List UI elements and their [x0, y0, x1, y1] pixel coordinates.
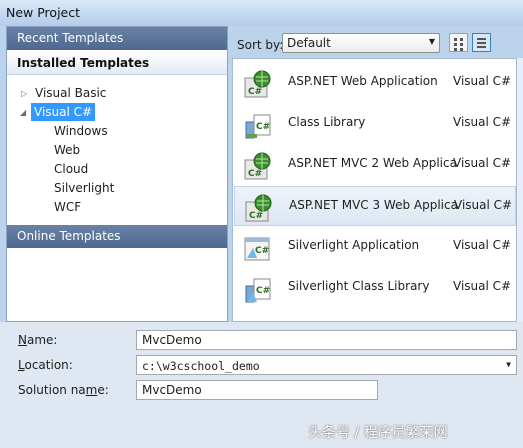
- template-item-silverlight-class-library[interactable]: C# Silverlight Class Library Visual C#: [234, 268, 516, 308]
- solution-name-label: Solution name:: [18, 383, 109, 397]
- mvc2-web-app-csharp-icon: C#: [244, 152, 271, 180]
- template-item-silverlight-app[interactable]: C# Silverlight Application Visual C#: [234, 227, 516, 267]
- svg-text:C#: C#: [248, 87, 262, 97]
- installed-templates-header[interactable]: Installed Templates: [7, 52, 227, 75]
- location-dropdown-arrow-icon[interactable]: ▼: [506, 360, 511, 369]
- svg-text:C#: C#: [256, 286, 270, 296]
- template-list: C# ASP.NET Web Application Visual C# C# …: [232, 58, 517, 322]
- template-categories-pane: Recent Templates Installed Templates ▷ V…: [6, 26, 228, 322]
- silverlight-library-csharp-icon: C#: [245, 278, 271, 303]
- tree-item-windows[interactable]: Windows: [54, 122, 108, 140]
- mvc3-web-app-csharp-icon: C#: [245, 194, 272, 222]
- template-item-aspnet-web-app[interactable]: C# ASP.NET Web Application Visual C#: [234, 63, 516, 103]
- template-list-scrollbar[interactable]: [517, 58, 523, 322]
- new-project-dialog: New Project Recent Templates Installed T…: [0, 0, 523, 448]
- tree-item-web[interactable]: Web: [54, 141, 80, 159]
- tree-item-visual-csharp[interactable]: Visual C#: [31, 103, 96, 121]
- template-name: Silverlight Class Library: [288, 279, 430, 293]
- title-bar[interactable]: New Project: [0, 0, 523, 26]
- small-icons-view-button[interactable]: [449, 33, 468, 52]
- template-language: Visual C#: [453, 238, 512, 252]
- template-name: ASP.NET MVC 3 Web Applica...: [289, 198, 457, 212]
- template-name: Class Library: [288, 115, 366, 129]
- online-templates-header[interactable]: Online Templates: [7, 225, 227, 248]
- tree-item-wcf[interactable]: WCF: [54, 198, 81, 216]
- tree-item-cloud[interactable]: Cloud: [54, 160, 88, 178]
- name-label: Name:: [18, 333, 58, 347]
- window-title: New Project: [6, 5, 81, 20]
- svg-text:C#: C#: [255, 246, 269, 256]
- sort-value: Default: [287, 36, 331, 50]
- location-value: c:\w3cschool_demo: [142, 359, 260, 373]
- silverlight-app-csharp-icon: C#: [244, 237, 270, 261]
- sort-dropdown[interactable]: Default ▼: [282, 33, 440, 53]
- template-language: Visual C#: [453, 279, 512, 293]
- solution-name-field[interactable]: MvcDemo: [136, 380, 378, 400]
- expand-arrow-icon[interactable]: ▷: [21, 89, 27, 99]
- tree-item-silverlight[interactable]: Silverlight: [54, 179, 114, 197]
- template-name: Silverlight Application: [288, 238, 420, 252]
- class-library-csharp-icon: C#: [245, 114, 271, 139]
- template-item-mvc3-web-app[interactable]: C# ASP.NET MVC 3 Web Applica... Visual C…: [234, 186, 516, 226]
- watermark-text: 头条号 / 程序员繁荣网: [308, 425, 448, 441]
- template-item-mvc2-web-app[interactable]: C# ASP.NET MVC 2 Web Applica... Visual C…: [234, 145, 516, 185]
- location-field[interactable]: c:\w3cschool_demo ▼: [136, 355, 517, 375]
- location-label: Location:: [18, 358, 73, 372]
- template-language: Visual C#: [453, 156, 512, 170]
- dropdown-arrow-icon: ▼: [428, 37, 435, 46]
- web-app-csharp-icon: C#: [244, 70, 271, 98]
- sort-toolbar: Sort by: Default ▼: [232, 30, 522, 58]
- svg-text:C#: C#: [249, 211, 263, 221]
- template-language: Visual C#: [453, 74, 512, 88]
- list-view-button[interactable]: [472, 33, 491, 52]
- tree-item-visual-basic[interactable]: Visual Basic: [35, 84, 106, 102]
- svg-text:C#: C#: [248, 169, 262, 179]
- svg-text:C#: C#: [256, 122, 270, 132]
- template-item-class-library[interactable]: C# Class Library Visual C#: [234, 104, 516, 144]
- template-language: Visual C#: [454, 198, 513, 212]
- template-name: ASP.NET MVC 2 Web Applica...: [288, 156, 456, 170]
- sort-label: Sort by:: [237, 38, 284, 52]
- template-name: ASP.NET Web Application: [288, 74, 438, 88]
- recent-templates-header[interactable]: Recent Templates: [7, 27, 227, 50]
- name-field[interactable]: MvcDemo: [136, 330, 517, 350]
- collapse-arrow-icon[interactable]: ◢: [20, 108, 26, 118]
- template-language: Visual C#: [453, 115, 512, 129]
